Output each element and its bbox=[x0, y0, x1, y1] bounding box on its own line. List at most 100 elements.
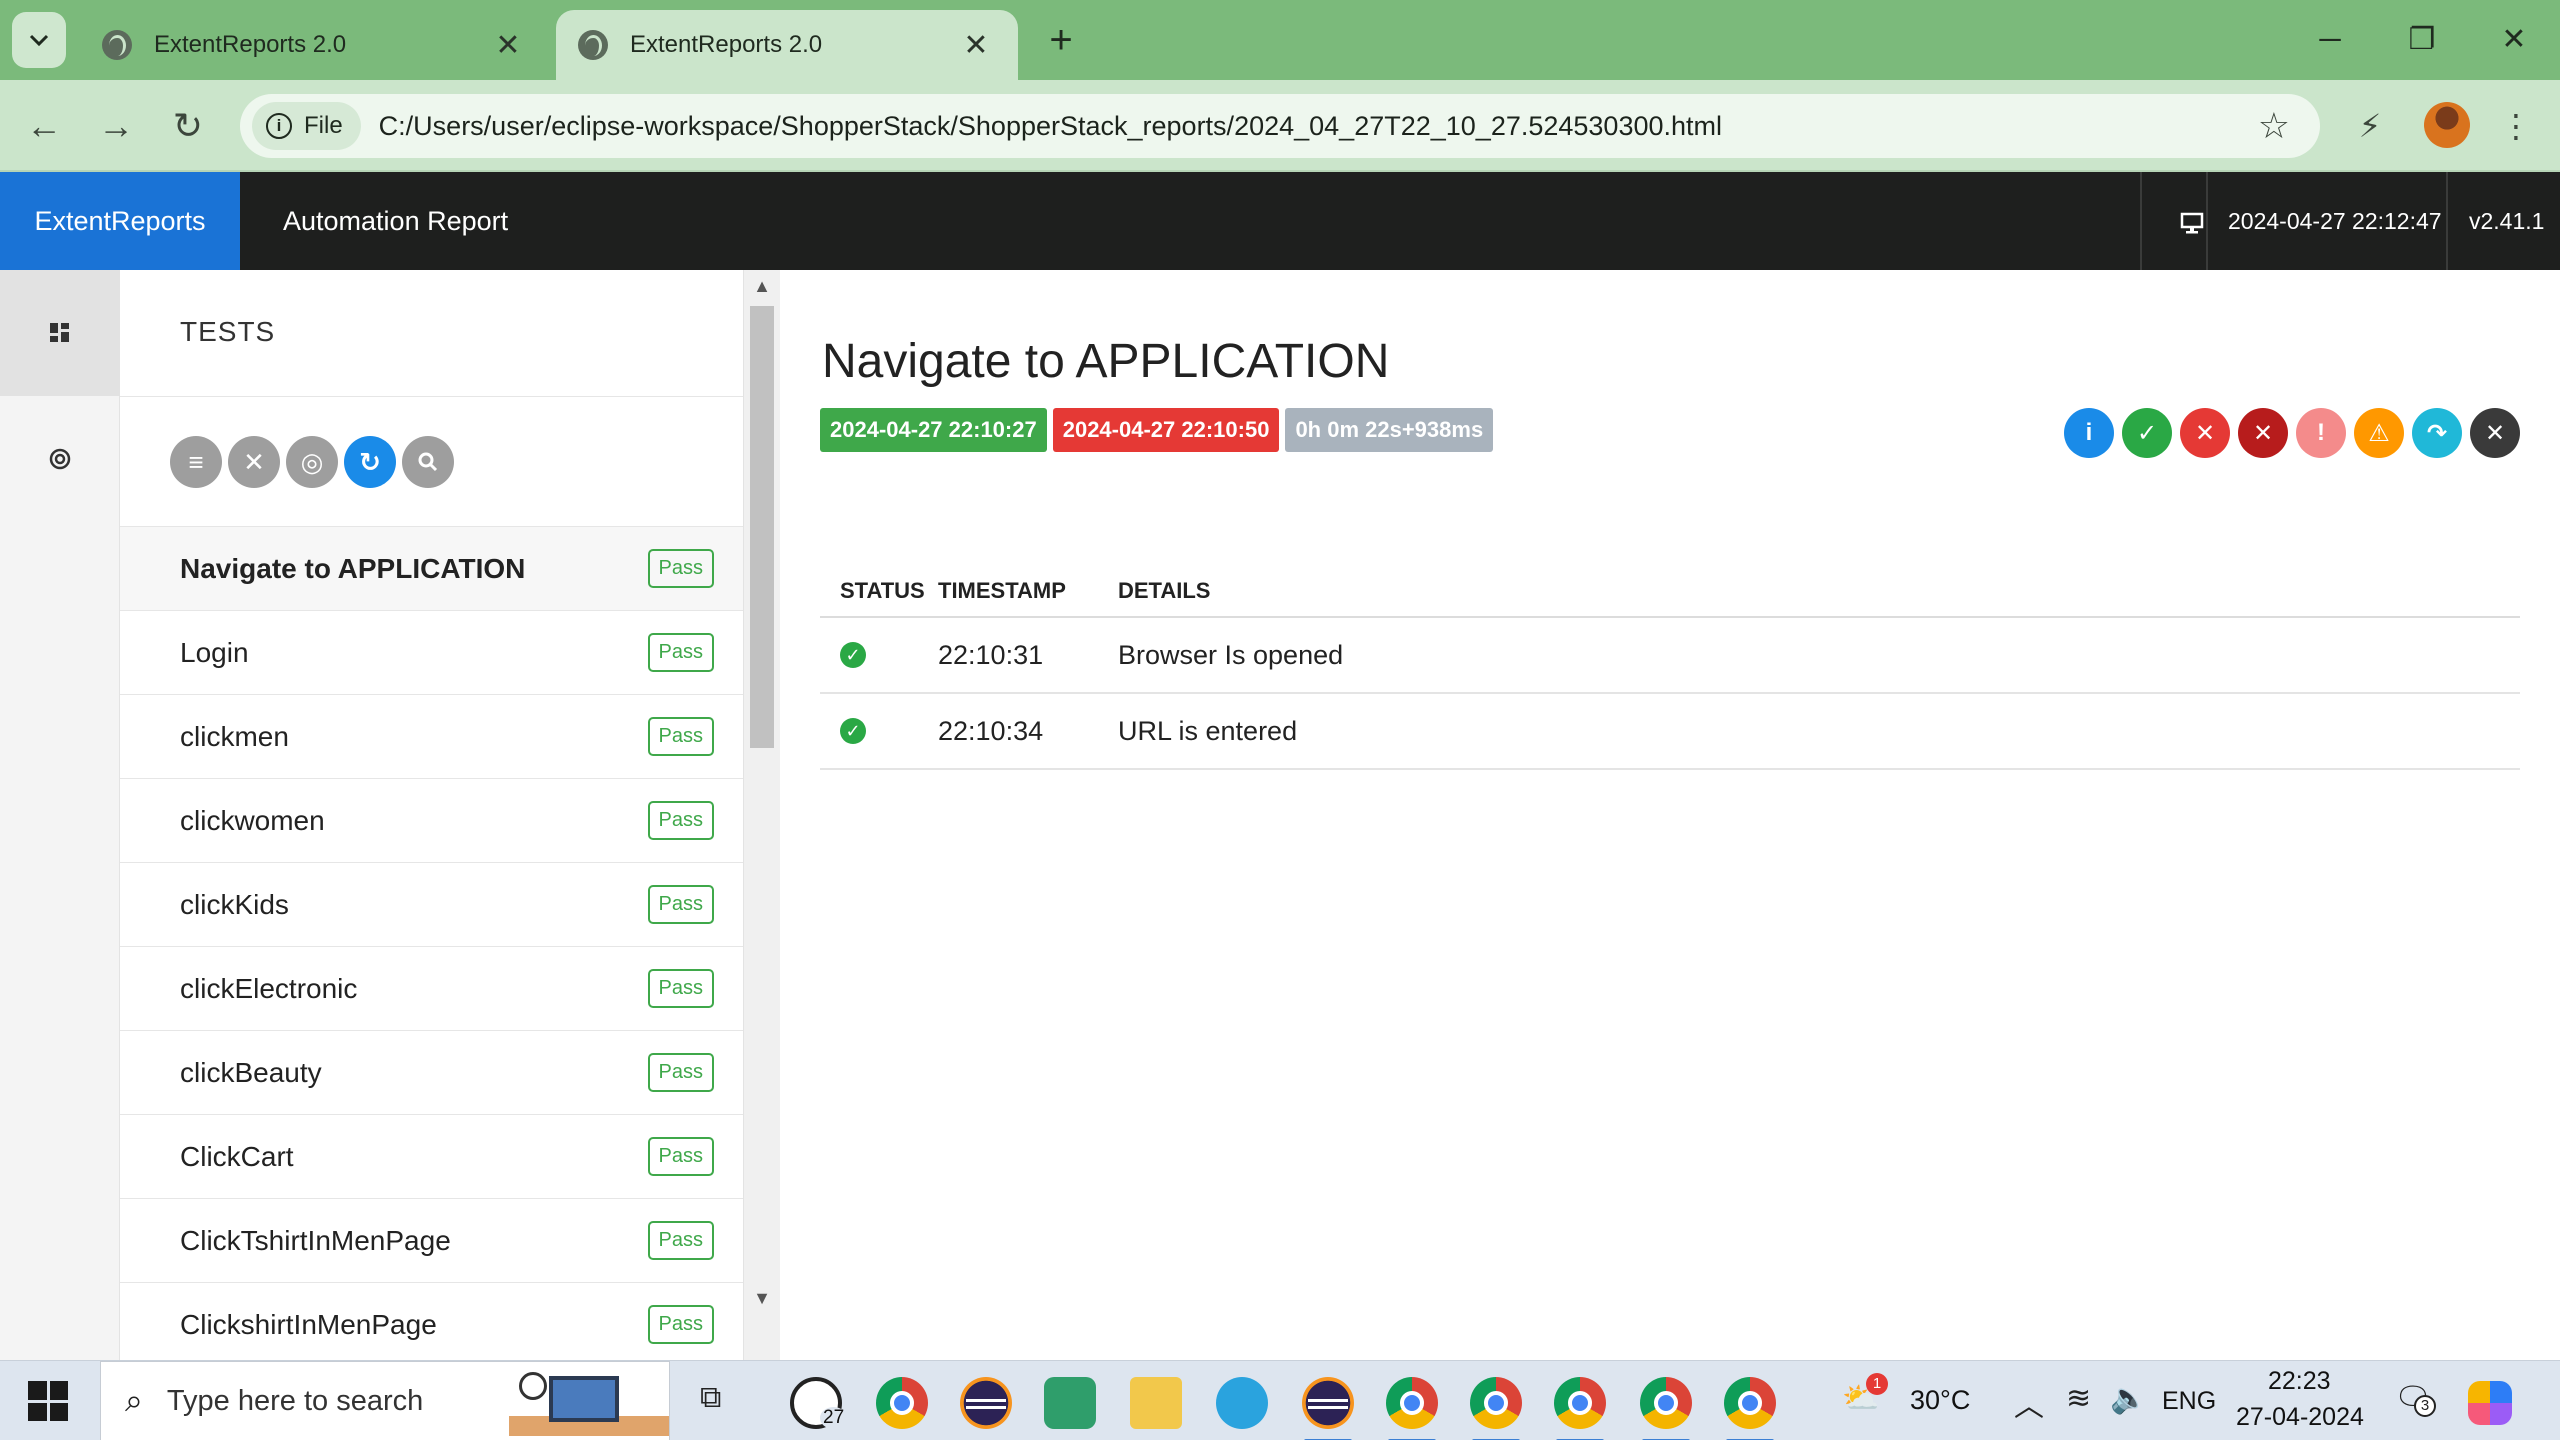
test-list-item[interactable]: ClickTshirtInMenPage Pass bbox=[120, 1198, 743, 1282]
test-detail-panel: Navigate to APPLICATION 2024-04-27 22:10… bbox=[780, 270, 2560, 1360]
whatsapp-icon[interactable]: 27 bbox=[790, 1377, 848, 1429]
tab-title: ExtentReports 2.0 bbox=[154, 31, 347, 58]
pass-status-icon[interactable]: ✓ bbox=[2122, 408, 2172, 458]
test-list-item[interactable]: clickBeauty Pass bbox=[120, 1030, 743, 1114]
close-status-icon[interactable]: ✕ bbox=[2470, 408, 2520, 458]
nav-dashboard[interactable] bbox=[0, 396, 120, 522]
chevron-up-icon[interactable]: ︿ bbox=[2014, 1381, 2044, 1425]
close-tab-icon[interactable]: ✕ bbox=[488, 28, 528, 63]
nav-tests[interactable] bbox=[0, 270, 120, 396]
browser-tabstrip: ExtentReports 2.0 ✕ ExtentReports 2.0 ✕ … bbox=[0, 0, 2560, 80]
chrome-icon[interactable] bbox=[876, 1377, 928, 1429]
performance-leaf-icon[interactable]: ⚡ bbox=[2344, 100, 2396, 152]
url-text[interactable]: C:/Users/user/eclipse-workspace/ShopperS… bbox=[379, 111, 2258, 142]
test-name: ClickTshirtInMenPage bbox=[180, 1224, 451, 1256]
test-list-item[interactable]: ClickCart Pass bbox=[120, 1114, 743, 1198]
test-list-item[interactable]: clickmen Pass bbox=[120, 694, 743, 778]
test-list-item[interactable]: clickwomen Pass bbox=[120, 778, 743, 862]
task-view-icon[interactable]: ⧉ bbox=[700, 1381, 721, 1415]
back-arrow-icon[interactable]: ← bbox=[16, 98, 72, 154]
fail-status-icon[interactable]: ✕ bbox=[2180, 408, 2230, 458]
test-name: clickwomen bbox=[180, 804, 325, 836]
bookmark-star-icon[interactable]: ☆ bbox=[2258, 105, 2290, 147]
test-list-item[interactable]: Login Pass bbox=[120, 610, 743, 694]
wifi-icon[interactable]: ≋ bbox=[2066, 1381, 2091, 1416]
chrome-window-icon[interactable] bbox=[1470, 1377, 1522, 1440]
log-timestamp: 22:10:31 bbox=[938, 639, 1044, 670]
notification-icon[interactable]: 🗨 3 bbox=[2394, 1381, 2436, 1417]
taskbar-search[interactable]: ⌕ Type here to search bbox=[100, 1361, 670, 1440]
error-status-icon[interactable]: ! bbox=[2296, 408, 2346, 458]
search-icon bbox=[418, 452, 438, 472]
chrome-window-icon[interactable] bbox=[1724, 1377, 1776, 1440]
address-bar[interactable]: i File C:/Users/user/eclipse-workspace/S… bbox=[240, 94, 2320, 158]
reload-icon[interactable]: ↻ bbox=[160, 98, 216, 154]
app-stack-icon[interactable] bbox=[1044, 1377, 1096, 1429]
header-divider bbox=[2446, 172, 2448, 270]
test-list-item[interactable]: clickKids Pass bbox=[120, 862, 743, 946]
minimize-icon[interactable]: ─ bbox=[2300, 14, 2360, 66]
test-filter-toolbar: ≡ ✕ ◎ ↻ bbox=[170, 436, 454, 488]
log-timestamp: 22:10:34 bbox=[938, 715, 1044, 746]
weather-icon[interactable]: ⛅ 1 bbox=[1842, 1373, 1888, 1416]
status-badge: Pass bbox=[647, 1053, 714, 1092]
browser-tab[interactable]: ExtentReports 2.0 ✕ bbox=[80, 10, 550, 80]
clock-date[interactable]: 27-04-2024 bbox=[2236, 1403, 2364, 1432]
refresh-icon: ↻ bbox=[359, 446, 381, 477]
telegram-icon[interactable] bbox=[1216, 1377, 1268, 1429]
window-close-icon[interactable]: ✕ bbox=[2484, 14, 2544, 66]
chrome-window-icon[interactable] bbox=[1554, 1377, 1606, 1440]
site-info-chip[interactable]: i File bbox=[252, 102, 361, 150]
new-tab-button[interactable]: + bbox=[1036, 16, 1086, 66]
close-tab-icon[interactable]: ✕ bbox=[956, 28, 996, 63]
weather-badge: 1 bbox=[1866, 1373, 1888, 1395]
filter-category-button[interactable]: ◎ bbox=[286, 436, 338, 488]
warning-status-icon[interactable]: ⚠ bbox=[2354, 408, 2404, 458]
chrome-profile-icon[interactable] bbox=[1640, 1377, 1692, 1440]
tab-search-button[interactable] bbox=[12, 12, 66, 68]
test-list-item[interactable]: clickElectronic Pass bbox=[120, 946, 743, 1030]
log-status: ✓ bbox=[820, 718, 938, 744]
copilot-icon[interactable] bbox=[2468, 1381, 2512, 1425]
log-row: ✓ 22:10:34 URL is entered bbox=[820, 694, 2520, 770]
tests-title: TESTS bbox=[180, 316, 276, 347]
clear-filter-button[interactable]: ✕ bbox=[228, 436, 280, 488]
windows-start-icon[interactable] bbox=[28, 1381, 68, 1421]
test-list-item[interactable]: ClickshirtInMenPage Pass bbox=[120, 1282, 743, 1360]
clock-time[interactable]: 22:23 bbox=[2268, 1367, 2331, 1396]
refresh-button[interactable]: ↻ bbox=[344, 436, 396, 488]
filter-status-button[interactable]: ≡ bbox=[170, 436, 222, 488]
browser-tab-active[interactable]: ExtentReports 2.0 ✕ bbox=[556, 10, 1018, 80]
scroll-thumb[interactable] bbox=[750, 306, 774, 748]
brand-logo[interactable]: ExtentReports bbox=[0, 172, 240, 270]
info-status-icon[interactable]: i bbox=[2064, 408, 2114, 458]
profile-avatar[interactable] bbox=[2424, 102, 2470, 148]
info-icon: i bbox=[266, 113, 292, 139]
browser-menu-icon[interactable]: ⋮ bbox=[2490, 100, 2542, 152]
volume-icon[interactable]: 🔈 bbox=[2110, 1381, 2147, 1416]
header-divider bbox=[2206, 172, 2208, 270]
column-timestamp: TIMESTAMP bbox=[938, 578, 1066, 603]
scroll-down-arrow-icon[interactable]: ▼ bbox=[744, 1288, 780, 1309]
restore-icon[interactable]: ❐ bbox=[2392, 14, 2452, 66]
file-explorer-icon[interactable] bbox=[1130, 1377, 1182, 1429]
fatal-status-icon[interactable]: ✕ bbox=[2238, 408, 2288, 458]
forward-arrow-icon[interactable]: → bbox=[88, 98, 144, 154]
browser-toolbar: ← → ↻ i File C:/Users/user/eclipse-works… bbox=[0, 80, 2560, 172]
eclipse-running-icon[interactable] bbox=[1302, 1377, 1354, 1440]
chrome-window-icon[interactable] bbox=[1386, 1377, 1438, 1440]
status-badge: Pass bbox=[647, 801, 714, 840]
tests-scrollbar[interactable]: ▲ ▼ bbox=[744, 270, 780, 1360]
test-list-item[interactable]: Navigate to APPLICATION Pass bbox=[120, 526, 743, 610]
globe-icon bbox=[578, 30, 608, 60]
language-indicator[interactable]: ENG bbox=[2162, 1387, 2216, 1416]
eclipse-icon[interactable] bbox=[960, 1377, 1012, 1429]
temperature[interactable]: 30°C bbox=[1910, 1385, 1970, 1416]
dashboard-grid-icon bbox=[50, 323, 69, 342]
skip-status-icon[interactable]: ↷ bbox=[2412, 408, 2462, 458]
search-tests-button[interactable] bbox=[402, 436, 454, 488]
divider bbox=[120, 396, 743, 397]
monitor-icon[interactable] bbox=[2160, 172, 2224, 270]
scroll-up-arrow-icon[interactable]: ▲ bbox=[744, 276, 780, 297]
tests-panel: TESTS ≡ ✕ ◎ ↻ Navigate to APPLICATION Pas… bbox=[120, 270, 744, 1360]
